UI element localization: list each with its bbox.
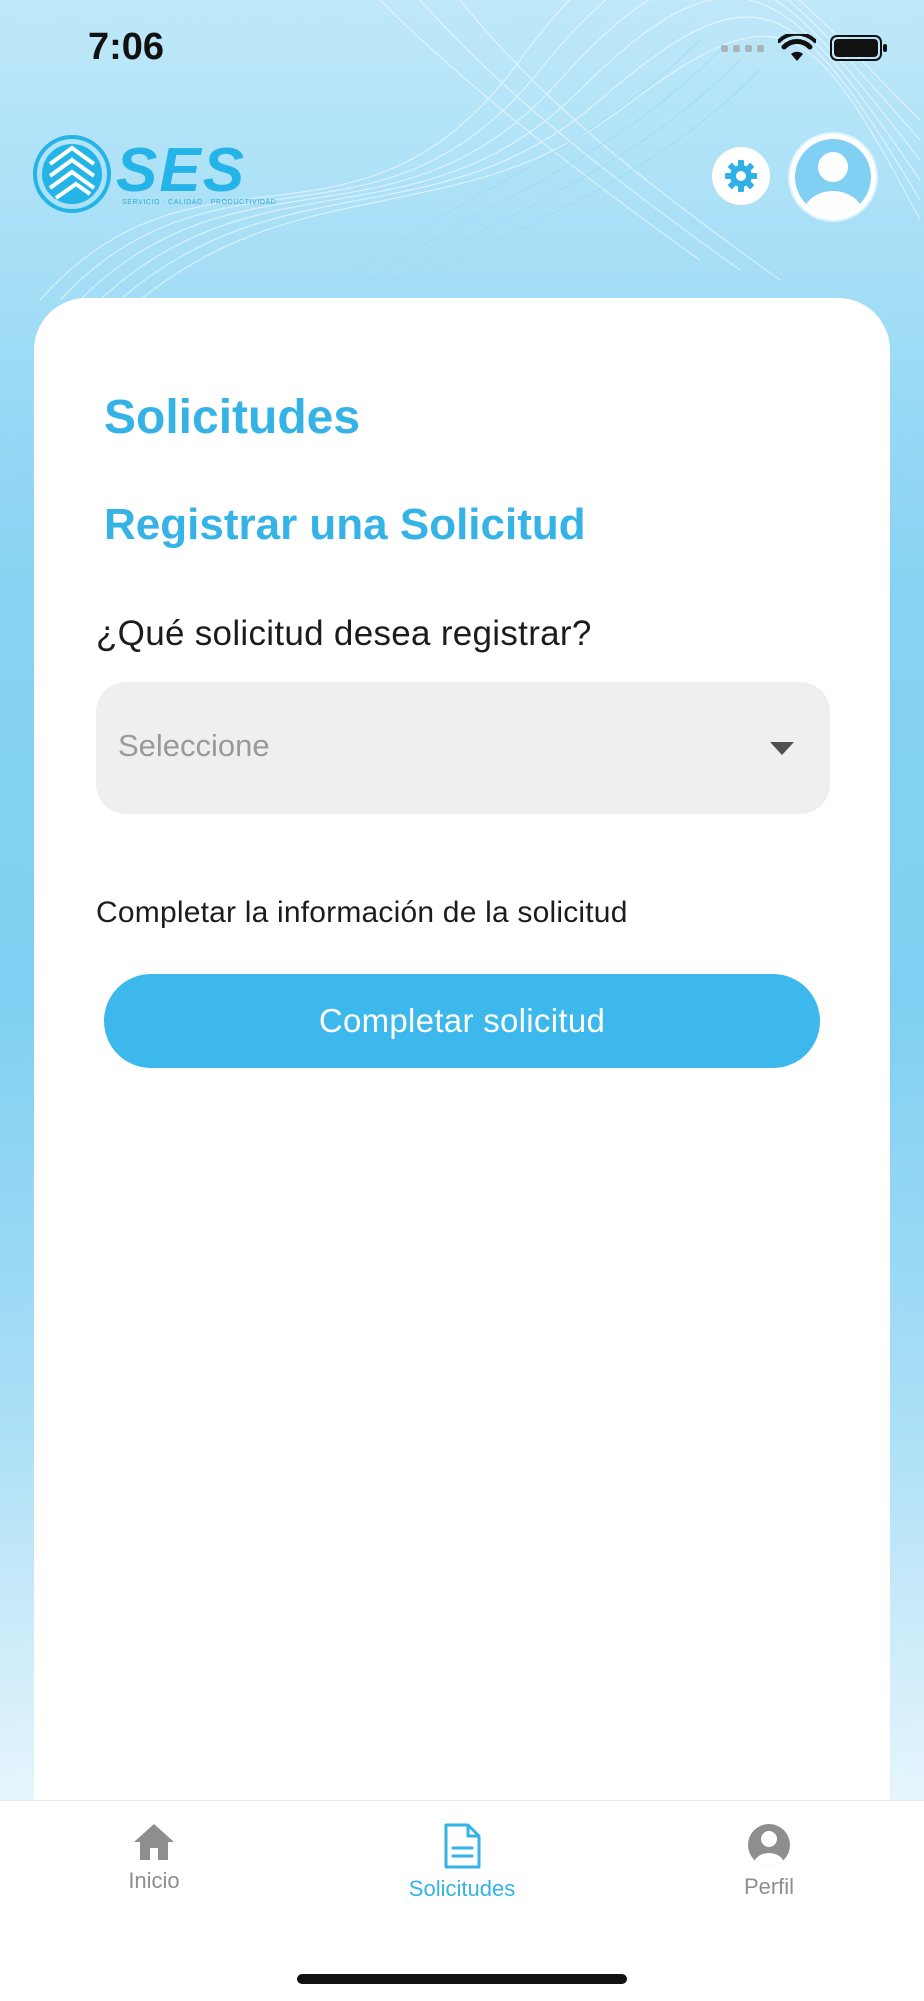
page-title: Solicitudes: [104, 391, 361, 444]
wifi-icon: [778, 34, 816, 61]
request-type-select[interactable]: Seleccione: [96, 682, 830, 814]
tab-perfil[interactable]: Perfil: [669, 1822, 869, 1900]
user-circle-icon: [748, 1824, 790, 1866]
tab-inicio-label: Inicio: [128, 1868, 180, 1893]
complete-info-label: Completar la información de la solicitud: [96, 896, 628, 929]
section-title: Registrar una Solicitud: [104, 500, 586, 549]
gear-icon: [725, 160, 757, 192]
brand-logo: SES SERVICIO · CALIDAD · PRODUCTIVIDAD: [32, 134, 276, 214]
status-bar: 7:06: [0, 0, 924, 100]
status-time: 7:06: [88, 26, 165, 68]
logo-tagline: SERVICIO · CALIDAD · PRODUCTIVIDAD: [122, 198, 277, 206]
caret-down-icon: [770, 742, 794, 755]
tab-perfil-label: Perfil: [743, 1874, 795, 1899]
avatar-button[interactable]: [790, 134, 876, 220]
status-icons: [721, 34, 888, 62]
tab-inicio[interactable]: Inicio: [54, 1822, 254, 1894]
logo-text: SES SERVICIO · CALIDAD · PRODUCTIVIDAD: [116, 135, 277, 206]
document-icon: [444, 1823, 481, 1869]
home-indicator: [297, 1974, 627, 1984]
tab-solicitudes-label: Solicitudes: [408, 1876, 516, 1901]
complete-request-button[interactable]: Completar solicitud: [104, 974, 820, 1068]
request-type-label: ¿Qué solicitud desea registrar?: [96, 614, 592, 653]
cellular-signal-icon: [721, 44, 764, 52]
home-icon: [134, 1824, 174, 1860]
logo-wordmark: SES: [116, 135, 247, 205]
battery-icon: [830, 35, 887, 61]
settings-button[interactable]: [712, 147, 770, 205]
tab-solicitudes[interactable]: Solicitudes: [362, 1822, 562, 1902]
user-avatar-icon: [795, 139, 871, 215]
select-value: Seleccione: [118, 728, 270, 763]
ses-logo-mark-icon: [33, 135, 111, 213]
